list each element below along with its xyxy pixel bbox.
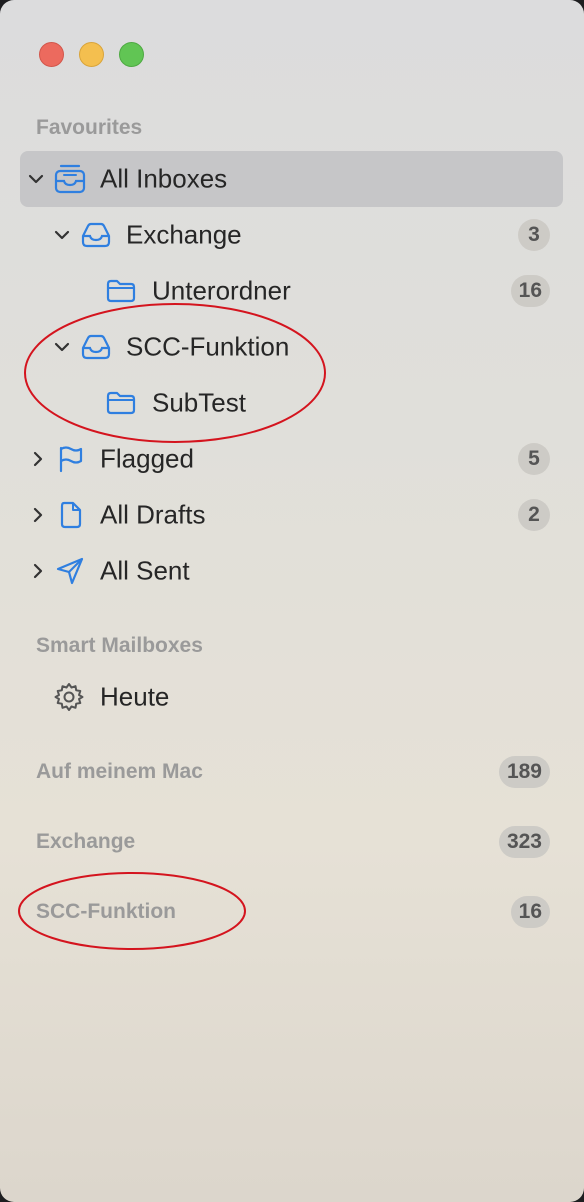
drafts-count-badge: 2 bbox=[518, 499, 550, 531]
flagged-count-badge: 5 bbox=[518, 443, 550, 475]
unread-count-badge: 3 bbox=[518, 219, 550, 251]
chevron-down-icon[interactable] bbox=[54, 227, 70, 243]
account-count-badge: 16 bbox=[510, 896, 550, 928]
sidebar-item-label: Exchange bbox=[126, 219, 242, 250]
account-header-auf-meinem-mac[interactable]: Auf meinem Mac 189 bbox=[20, 750, 563, 794]
sidebar-item-label: Heute bbox=[100, 681, 170, 712]
flag-icon bbox=[59, 446, 83, 473]
document-icon bbox=[60, 501, 82, 529]
account-label: Exchange bbox=[36, 830, 136, 853]
gear-icon bbox=[54, 683, 84, 711]
account-header-exchange[interactable]: Exchange 323 bbox=[20, 820, 563, 864]
paper-plane-icon bbox=[56, 557, 84, 585]
sidebar-item-label: All Drafts bbox=[100, 499, 206, 530]
mail-sidebar-window: Favourites All Inboxes Exchange 3 Untero… bbox=[0, 0, 584, 1202]
annotation-ellipse bbox=[24, 303, 326, 443]
smart-mailboxes-heading: Smart Mailboxes bbox=[36, 634, 203, 657]
account-label: Auf meinem Mac bbox=[36, 760, 203, 783]
sidebar-item-all-sent[interactable]: All Sent bbox=[20, 543, 563, 599]
inbox-tray-icon bbox=[54, 164, 86, 194]
sidebar-item-heute[interactable]: Heute bbox=[20, 669, 563, 725]
minimize-window-button[interactable] bbox=[79, 42, 104, 67]
chevron-right-icon[interactable] bbox=[30, 563, 46, 579]
chevron-right-icon[interactable] bbox=[30, 507, 46, 523]
sidebar-item-all-drafts[interactable]: All Drafts 2 bbox=[20, 487, 563, 543]
unread-count-badge: 16 bbox=[510, 275, 550, 307]
sidebar-item-all-inboxes[interactable]: All Inboxes bbox=[20, 151, 563, 207]
close-window-button[interactable] bbox=[39, 42, 64, 67]
annotation-ellipse bbox=[18, 872, 246, 950]
sidebar-item-exchange-inbox[interactable]: Exchange 3 bbox=[20, 207, 563, 263]
zoom-window-button[interactable] bbox=[119, 42, 144, 67]
sidebar-item-label: All Inboxes bbox=[100, 163, 228, 194]
sidebar-item-label: All Sent bbox=[100, 555, 190, 586]
inbox-tray-icon bbox=[81, 222, 111, 248]
account-count-badge: 323 bbox=[498, 826, 550, 858]
chevron-right-icon[interactable] bbox=[30, 451, 46, 467]
sidebar-item-label: Flagged bbox=[100, 443, 194, 474]
chevron-down-icon[interactable] bbox=[28, 171, 44, 187]
favourites-heading: Favourites bbox=[36, 116, 143, 139]
account-count-badge: 189 bbox=[498, 756, 550, 788]
